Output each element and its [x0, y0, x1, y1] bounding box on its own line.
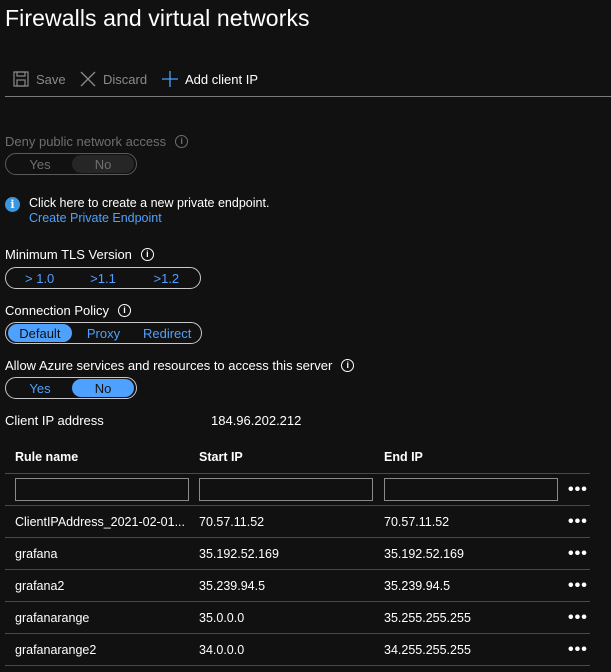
command-bar: Save Discard Add client IP — [5, 66, 611, 97]
column-header-end-ip: End IP — [374, 441, 558, 474]
discard-button[interactable]: Discard — [80, 68, 147, 90]
rule-end-ip: 70.57.11.52 — [374, 505, 558, 538]
rule-name: grafana2 — [5, 569, 189, 602]
deny-public-label-text: Deny public network access — [5, 134, 167, 149]
client-ip-label: Client IP address — [5, 413, 104, 428]
discard-label: Discard — [103, 71, 148, 87]
rule-name: ClientIPAddress_2021-02-01... — [5, 505, 189, 538]
rule-start-ip: 35.0.0.0 — [189, 601, 374, 634]
deny-public-label: Deny public network access i — [5, 134, 189, 149]
info-filled-icon: i — [5, 197, 20, 212]
more-actions-icon[interactable]: ••• — [568, 577, 588, 594]
info-icon[interactable]: i — [140, 248, 154, 261]
allow-azure-no[interactable]: No — [72, 379, 134, 397]
new-rule-row: ••• — [5, 473, 590, 506]
private-endpoint-info: i Click here to create a new private end… — [5, 196, 269, 226]
table-row: grafanarange 35.0.0.0 35.255.255.255 ••• — [5, 601, 590, 634]
rule-end-ip: 35.255.255.255 — [374, 601, 558, 634]
connection-policy-default[interactable]: Default — [8, 324, 72, 342]
table-row: ClientIPAddress_2021-02-01... 70.57.11.5… — [5, 505, 590, 538]
rule-start-ip: 34.0.0.0 — [189, 633, 374, 666]
save-icon — [13, 71, 29, 87]
tls-option-1-1[interactable]: >1.1 — [71, 269, 134, 287]
more-actions-icon[interactable]: ••• — [568, 513, 588, 530]
connection-policy-proxy[interactable]: Proxy — [72, 324, 136, 342]
new-rule-name-input[interactable] — [15, 478, 189, 501]
table-header-row: Rule name Start IP End IP — [5, 441, 590, 474]
rule-end-ip: 35.192.52.169 — [374, 537, 558, 570]
deny-public-yes[interactable]: Yes — [8, 155, 72, 173]
deny-public-toggle: Yes No — [5, 153, 137, 175]
tls-label-text: Minimum TLS Version — [5, 247, 132, 262]
more-actions-icon[interactable]: ••• — [568, 609, 588, 626]
info-icon[interactable]: i — [341, 359, 355, 372]
add-client-ip-label: Add client IP — [185, 71, 258, 87]
save-label: Save — [36, 71, 66, 87]
rule-start-ip: 70.57.11.52 — [189, 505, 374, 538]
allow-azure-toggle: Yes No — [5, 377, 137, 399]
connection-policy-label: Connection Policy i — [5, 303, 132, 318]
tls-option-1-0[interactable]: > 1.0 — [8, 269, 71, 287]
allow-azure-label: Allow Azure services and resources to ac… — [5, 358, 355, 373]
deny-public-no[interactable]: No — [72, 155, 134, 173]
more-actions-icon[interactable]: ••• — [568, 641, 588, 658]
rule-name: grafana — [5, 537, 189, 570]
allow-azure-label-text: Allow Azure services and resources to ac… — [5, 358, 333, 373]
new-rule-end-ip-input[interactable] — [384, 478, 558, 501]
more-actions-icon[interactable]: ••• — [568, 545, 588, 562]
column-header-rule-name: Rule name — [5, 441, 189, 474]
firewall-rules-table: Rule name Start IP End IP ••• ClientIPAd… — [5, 441, 590, 666]
table-row: grafana 35.192.52.169 35.192.52.169 ••• — [5, 537, 590, 570]
client-ip-value: 184.96.202.212 — [211, 413, 302, 428]
more-actions-icon[interactable]: ••• — [568, 481, 588, 498]
column-header-start-ip: Start IP — [189, 441, 374, 474]
private-endpoint-message[interactable]: Click here to create a new private endpo… — [29, 196, 269, 211]
rule-start-ip: 35.239.94.5 — [189, 569, 374, 602]
connection-policy-redirect[interactable]: Redirect — [135, 324, 199, 342]
tls-option-1-2[interactable]: >1.2 — [135, 269, 198, 287]
rule-start-ip: 35.192.52.169 — [189, 537, 374, 570]
tls-version-selector: > 1.0 >1.1 >1.2 — [5, 267, 201, 289]
tls-label: Minimum TLS Version i — [5, 247, 154, 262]
info-icon[interactable]: i — [175, 135, 189, 148]
save-button[interactable]: Save — [13, 68, 66, 90]
new-rule-start-ip-input[interactable] — [199, 478, 373, 501]
column-header-actions — [558, 441, 590, 474]
connection-policy-label-text: Connection Policy — [5, 303, 110, 318]
rule-name: grafanarange2 — [5, 633, 189, 666]
info-icon[interactable]: i — [118, 304, 132, 317]
plus-icon — [162, 71, 178, 87]
add-client-ip-button[interactable]: Add client IP — [162, 68, 258, 90]
close-icon — [80, 71, 96, 87]
rule-end-ip: 34.255.255.255 — [374, 633, 558, 666]
allow-azure-yes[interactable]: Yes — [8, 379, 72, 397]
table-row: grafana2 35.239.94.5 35.239.94.5 ••• — [5, 569, 590, 602]
page-title: Firewalls and virtual networks — [5, 5, 310, 31]
create-private-endpoint-link[interactable]: Create Private Endpoint — [29, 211, 269, 226]
rule-name: grafanarange — [5, 601, 189, 634]
table-row: grafanarange2 34.0.0.0 34.255.255.255 ••… — [5, 633, 590, 666]
rule-end-ip: 35.239.94.5 — [374, 569, 558, 602]
connection-policy-selector: Default Proxy Redirect — [5, 322, 202, 344]
